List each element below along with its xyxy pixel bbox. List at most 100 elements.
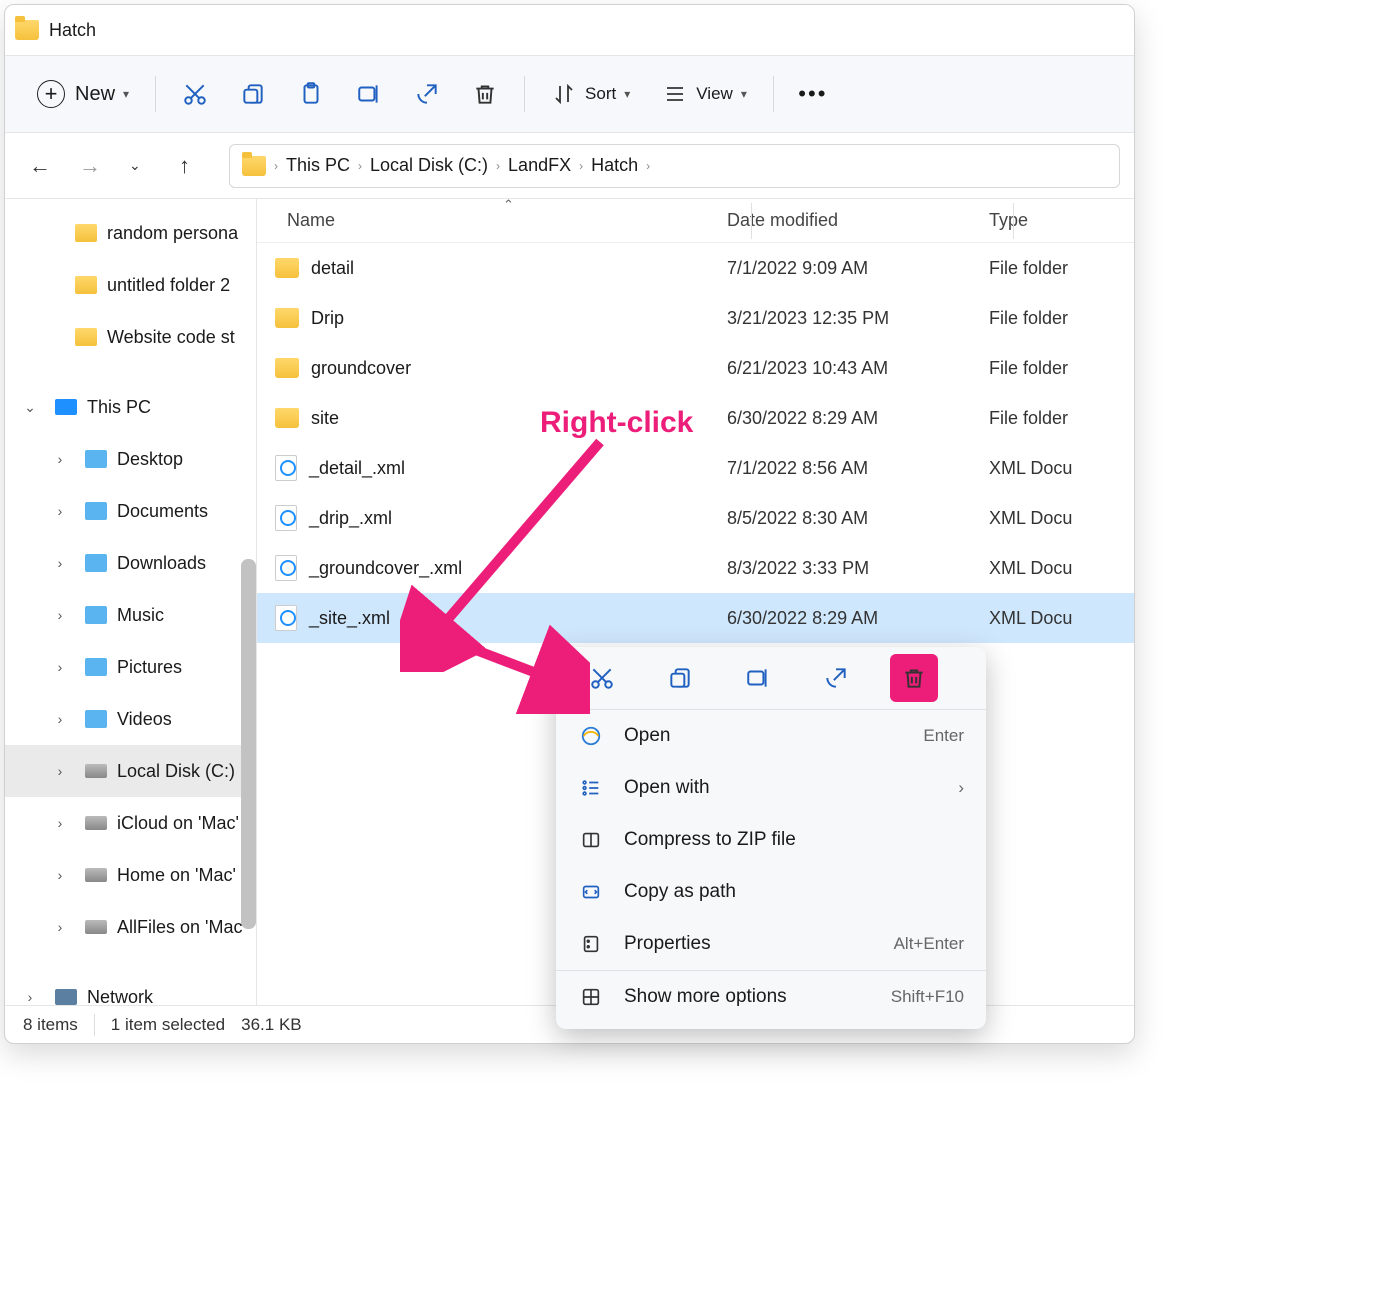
- context-menu-item[interactable]: Copy as path: [556, 866, 986, 918]
- context-share-button[interactable]: [812, 654, 860, 702]
- sidebar-item-icloud[interactable]: ›iCloud on 'Mac': [5, 797, 256, 849]
- file-name: _detail_.xml: [309, 458, 405, 479]
- pc-icon: [55, 399, 77, 415]
- delete-button[interactable]: [460, 72, 510, 116]
- xml-file-icon: [275, 455, 297, 481]
- sidebar-this-pc[interactable]: ⌄This PC: [5, 381, 256, 433]
- rows-container: detail7/1/2022 9:09 AMFile folderDrip3/2…: [257, 243, 1134, 643]
- file-row[interactable]: _site_.xml6/30/2022 8:29 AMXML Docu: [257, 593, 1134, 643]
- sidebar-quick-item[interactable]: random persona: [5, 207, 256, 259]
- drive-icon: [85, 920, 107, 934]
- scrollbar-thumb[interactable]: [241, 559, 256, 929]
- file-type: XML Docu: [989, 558, 1134, 579]
- context-cut-button[interactable]: [578, 654, 626, 702]
- context-item-hint: Shift+F10: [891, 987, 964, 1007]
- sidebar-item-documents[interactable]: ›Documents: [5, 485, 256, 537]
- nav-tree: random persona untitled folder 2 Website…: [5, 199, 256, 1005]
- openwith-icon: [578, 777, 604, 799]
- sidebar-item-music[interactable]: ›Music: [5, 589, 256, 641]
- context-menu-item[interactable]: OpenEnter: [556, 710, 986, 762]
- file-row[interactable]: detail7/1/2022 9:09 AMFile folder: [257, 243, 1134, 293]
- context-menu-item[interactable]: Open with›: [556, 762, 986, 814]
- file-name: Drip: [311, 308, 344, 329]
- context-rename-button[interactable]: [734, 654, 782, 702]
- sidebar-item-desktop[interactable]: ›Desktop: [5, 433, 256, 485]
- desktop-icon: [85, 450, 107, 468]
- breadcrumb-separator: ›: [646, 159, 650, 173]
- context-menu-item[interactable]: PropertiesAlt+Enter: [556, 918, 986, 970]
- sidebar-item-home[interactable]: ›Home on 'Mac': [5, 849, 256, 901]
- breadcrumb-item[interactable]: Hatch: [591, 155, 638, 176]
- status-selection: 1 item selected: [111, 1015, 225, 1035]
- sidebar-quick-item[interactable]: untitled folder 2: [5, 259, 256, 311]
- sidebar-item-downloads[interactable]: ›Downloads: [5, 537, 256, 589]
- file-name: site: [311, 408, 339, 429]
- copy-button[interactable]: [228, 72, 278, 116]
- context-menu-item[interactable]: Show more optionsShift+F10: [556, 971, 986, 1023]
- context-action-row: [556, 647, 986, 709]
- sidebar-item-videos[interactable]: ›Videos: [5, 693, 256, 745]
- share-button[interactable]: [402, 72, 452, 116]
- separator: [524, 76, 525, 112]
- context-menu-item[interactable]: Compress to ZIP file: [556, 814, 986, 866]
- chevron-right-icon: ›: [51, 555, 69, 571]
- breadcrumb-separator: ›: [496, 159, 500, 173]
- clipboard-icon: [298, 81, 324, 107]
- forward-button[interactable]: →: [79, 153, 101, 179]
- sidebar-item-pictures[interactable]: ›Pictures: [5, 641, 256, 693]
- file-row[interactable]: Drip3/21/2023 12:35 PMFile folder: [257, 293, 1134, 343]
- sidebar-item-allfiles[interactable]: ›AllFiles on 'Mac': [5, 901, 256, 953]
- chevron-right-icon: ›: [51, 763, 69, 779]
- sidebar-item-local-disk[interactable]: ›Local Disk (C:): [5, 745, 256, 797]
- context-delete-button[interactable]: [890, 654, 938, 702]
- sidebar-network[interactable]: ›Network: [5, 971, 256, 1005]
- file-row[interactable]: _groundcover_.xml8/3/2022 3:33 PMXML Doc…: [257, 543, 1134, 593]
- file-row[interactable]: _detail_.xml7/1/2022 8:56 AMXML Docu: [257, 443, 1134, 493]
- address-bar[interactable]: › This PC › Local Disk (C:) › LandFX › H…: [229, 144, 1120, 188]
- breadcrumb-item[interactable]: This PC: [286, 155, 350, 176]
- folder-icon: [242, 156, 266, 176]
- recent-button[interactable]: ⌄: [129, 157, 151, 174]
- context-copy-button[interactable]: [656, 654, 704, 702]
- column-date[interactable]: Date modified: [727, 210, 989, 231]
- scissors-icon: [182, 81, 208, 107]
- rename-button[interactable]: [344, 72, 394, 116]
- back-button[interactable]: ←: [29, 153, 51, 179]
- chevron-right-icon: ›: [51, 607, 69, 623]
- column-name[interactable]: Name: [257, 210, 727, 231]
- nav-arrows: ← → ⌄ ↑: [29, 153, 201, 179]
- file-type: XML Docu: [989, 458, 1134, 479]
- sidebar-quick-item[interactable]: Website code st: [5, 311, 256, 363]
- up-button[interactable]: ↑: [179, 153, 201, 179]
- status-size: 36.1 KB: [241, 1015, 302, 1035]
- file-row[interactable]: groundcover6/21/2023 10:43 AMFile folder: [257, 343, 1134, 393]
- file-type: File folder: [989, 258, 1134, 279]
- file-row[interactable]: site6/30/2022 8:29 AMFile folder: [257, 393, 1134, 443]
- ie-icon: [578, 725, 604, 747]
- paste-button[interactable]: [286, 72, 336, 116]
- column-divider[interactable]: [751, 203, 752, 239]
- more-icon: [578, 986, 604, 1008]
- sidebar: random persona untitled folder 2 Website…: [5, 199, 257, 1005]
- chevron-right-icon: ›: [51, 659, 69, 675]
- breadcrumb-separator: ›: [579, 159, 583, 173]
- view-label: View: [696, 84, 733, 104]
- view-button[interactable]: View ▾: [650, 72, 759, 116]
- breadcrumb-item[interactable]: Local Disk (C:): [370, 155, 488, 176]
- sort-button[interactable]: Sort ▾: [539, 72, 642, 116]
- context-item-label: Show more options: [624, 986, 891, 1008]
- file-row[interactable]: _drip_.xml8/5/2022 8:30 AMXML Docu: [257, 493, 1134, 543]
- chevron-down-icon: ▾: [123, 87, 129, 101]
- xml-file-icon: [275, 605, 297, 631]
- more-button[interactable]: •••: [788, 72, 838, 116]
- videos-icon: [85, 710, 107, 728]
- context-item-label: Compress to ZIP file: [624, 829, 964, 851]
- column-type[interactable]: Type: [989, 210, 1134, 231]
- cut-button[interactable]: [170, 72, 220, 116]
- breadcrumb-item[interactable]: LandFX: [508, 155, 571, 176]
- folder-icon: [275, 258, 299, 278]
- chevron-right-icon: ›: [51, 815, 69, 831]
- new-button[interactable]: + New ▾: [25, 72, 141, 116]
- column-divider[interactable]: [1013, 203, 1014, 239]
- folder-icon: [75, 224, 97, 242]
